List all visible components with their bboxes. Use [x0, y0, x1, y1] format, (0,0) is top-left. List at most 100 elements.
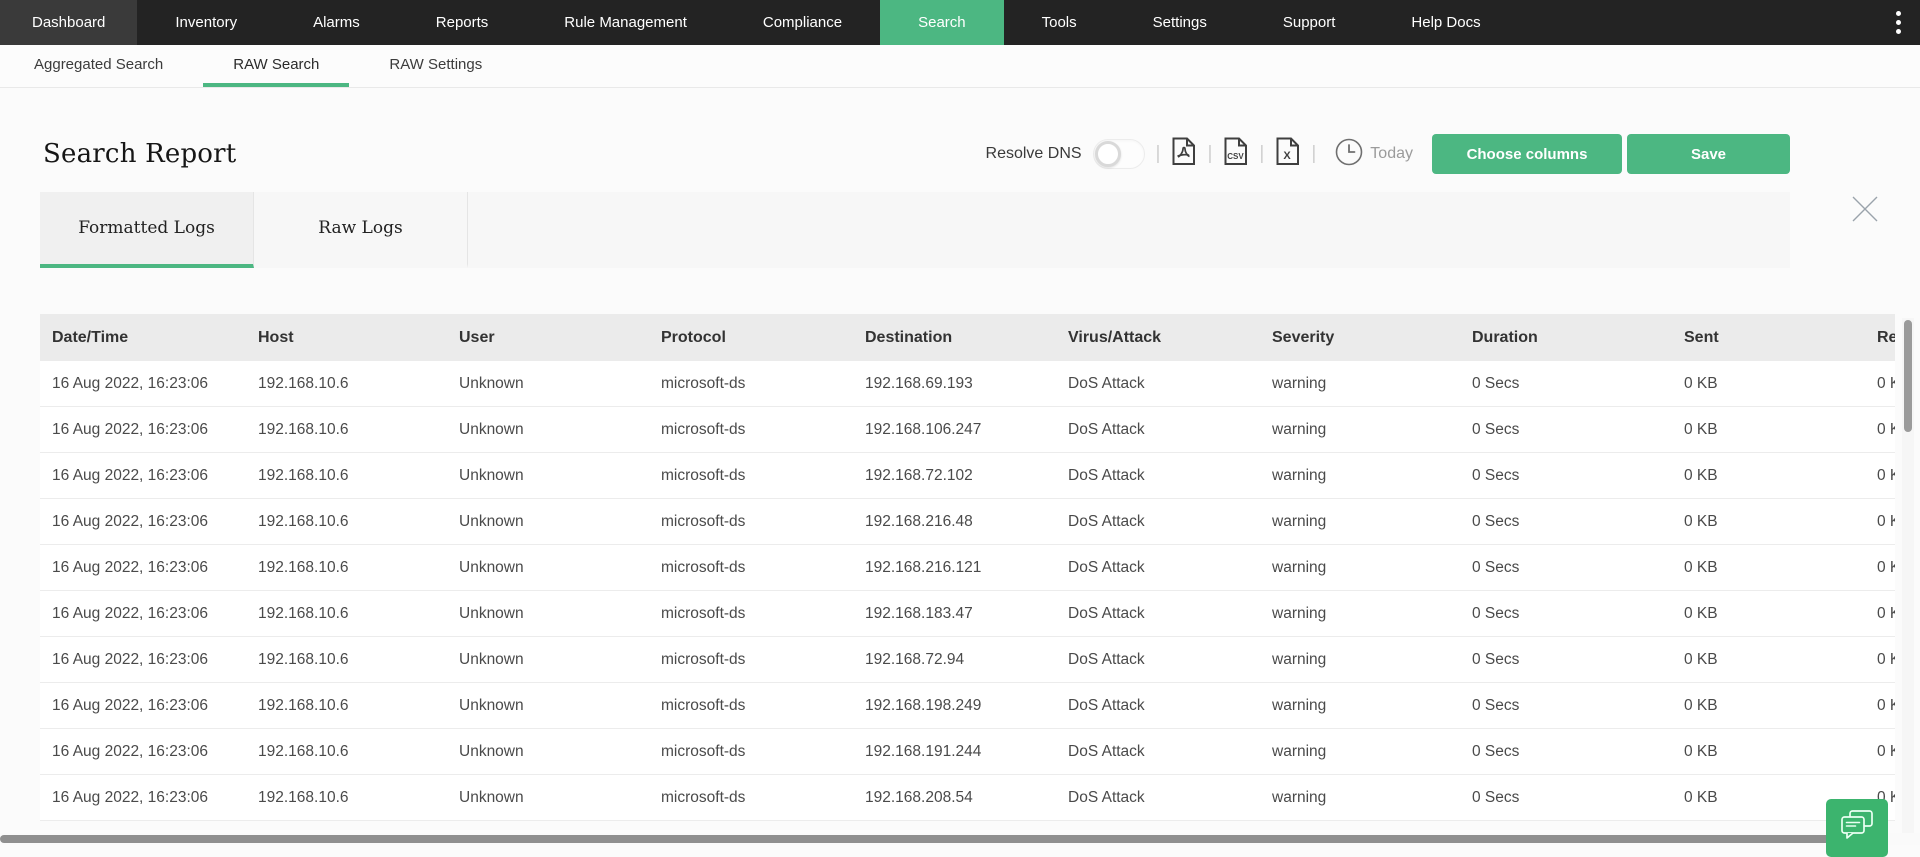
col-header-host[interactable]: Host [246, 314, 447, 361]
nav-item-settings[interactable]: Settings [1115, 0, 1245, 45]
col-header-severity[interactable]: Severity [1260, 314, 1460, 361]
cell-protocol: microsoft-ds [649, 407, 853, 452]
kebab-menu-icon[interactable] [1876, 0, 1920, 45]
tab-raw-logs[interactable]: Raw Logs [254, 192, 468, 268]
cell-user: Unknown [447, 591, 649, 636]
tab-formatted-logs[interactable]: Formatted Logs [40, 192, 254, 268]
table-row[interactable]: 16 Aug 2022, 16:23:06 192.168.10.6 Unkno… [40, 499, 1895, 545]
col-header-received[interactable]: Received [1865, 314, 1895, 361]
table-body: 16 Aug 2022, 16:23:06 192.168.10.6 Unkno… [40, 361, 1895, 821]
cell-severity: warning [1260, 637, 1460, 682]
cell-duration: 0 Secs [1460, 453, 1672, 498]
cell-virus-attack: DoS Attack [1056, 683, 1260, 728]
cell-datetime: 16 Aug 2022, 16:23:06 [40, 453, 246, 498]
cell-sent: 0 KB [1672, 545, 1865, 590]
cell-protocol: microsoft-ds [649, 545, 853, 590]
cell-protocol: microsoft-ds [649, 361, 853, 406]
horizontal-scrollbar [0, 833, 1920, 845]
nav-item-tools[interactable]: Tools [1004, 0, 1115, 45]
horizontal-scrollbar-thumb[interactable] [0, 835, 1840, 843]
cell-duration: 0 Secs [1460, 407, 1672, 452]
cell-user: Unknown [447, 361, 649, 406]
cell-protocol: microsoft-ds [649, 453, 853, 498]
table-row[interactable]: 16 Aug 2022, 16:23:06 192.168.10.6 Unkno… [40, 683, 1895, 729]
cell-destination: 192.168.216.48 [853, 499, 1056, 544]
table-row[interactable]: 16 Aug 2022, 16:23:06 192.168.10.6 Unkno… [40, 637, 1895, 683]
resolve-dns-toggle[interactable] [1093, 139, 1145, 169]
nav-item-help-docs[interactable]: Help Docs [1373, 0, 1518, 45]
col-header-datetime[interactable]: Date/Time [40, 314, 246, 361]
col-header-virus-attack[interactable]: Virus/Attack [1056, 314, 1260, 361]
subnav-item-aggregated-search[interactable]: Aggregated Search [32, 45, 165, 87]
cell-received: 0 KB [1865, 545, 1895, 590]
cell-user: Unknown [447, 453, 649, 498]
subnav-item-raw-search[interactable]: RAW Search [203, 45, 349, 87]
table-row[interactable]: 16 Aug 2022, 16:23:06 192.168.10.6 Unkno… [40, 729, 1895, 775]
csv-export-icon[interactable]: CSV [1223, 137, 1248, 171]
table-row[interactable]: 16 Aug 2022, 16:23:06 192.168.10.6 Unkno… [40, 591, 1895, 637]
cell-destination: 192.168.106.247 [853, 407, 1056, 452]
nav-item-inventory[interactable]: Inventory [137, 0, 275, 45]
cell-protocol: microsoft-ds [649, 591, 853, 636]
subnav-item-raw-settings[interactable]: RAW Settings [387, 45, 484, 87]
cell-host: 192.168.10.6 [246, 499, 447, 544]
cell-protocol: microsoft-ds [649, 637, 853, 682]
time-range-label: Today [1370, 145, 1413, 163]
cell-datetime: 16 Aug 2022, 16:23:06 [40, 591, 246, 636]
save-button[interactable]: Save [1627, 134, 1790, 174]
col-header-duration[interactable]: Duration [1460, 314, 1672, 361]
cell-datetime: 16 Aug 2022, 16:23:06 [40, 683, 246, 728]
cell-sent: 0 KB [1672, 407, 1865, 452]
nav-item-support[interactable]: Support [1245, 0, 1374, 45]
vertical-scrollbar-thumb[interactable] [1904, 320, 1912, 432]
cell-received: 0 KB [1865, 499, 1895, 544]
cell-virus-attack: DoS Attack [1056, 499, 1260, 544]
cell-received: 0 KB [1865, 407, 1895, 452]
cell-user: Unknown [447, 775, 649, 820]
excel-export-icon[interactable]: X [1275, 137, 1300, 171]
cell-user: Unknown [447, 545, 649, 590]
nav-item-alarms[interactable]: Alarms [275, 0, 398, 45]
pdf-export-icon[interactable] [1171, 137, 1196, 171]
cell-received: 0 KB [1865, 637, 1895, 682]
page-title: Search Report [43, 139, 236, 169]
cell-datetime: 16 Aug 2022, 16:23:06 [40, 407, 246, 452]
cell-sent: 0 KB [1672, 637, 1865, 682]
live-chat-button[interactable] [1826, 799, 1888, 857]
search-results-table: Date/Time Host User Protocol Destination… [40, 314, 1895, 821]
nav-item-search[interactable]: Search [880, 0, 1004, 45]
close-icon[interactable] [1848, 192, 1882, 226]
cell-duration: 0 Secs [1460, 729, 1672, 774]
clock-icon [1335, 138, 1363, 171]
cell-destination: 192.168.72.94 [853, 637, 1056, 682]
cell-severity: warning [1260, 453, 1460, 498]
cell-datetime: 16 Aug 2022, 16:23:06 [40, 729, 246, 774]
table-row[interactable]: 16 Aug 2022, 16:23:06 192.168.10.6 Unkno… [40, 545, 1895, 591]
col-header-sent[interactable]: Sent [1672, 314, 1865, 361]
cell-user: Unknown [447, 729, 649, 774]
cell-duration: 0 Secs [1460, 361, 1672, 406]
col-header-protocol[interactable]: Protocol [649, 314, 853, 361]
table-row[interactable]: 16 Aug 2022, 16:23:06 192.168.10.6 Unkno… [40, 361, 1895, 407]
time-range-selector[interactable]: Today [1335, 138, 1413, 171]
nav-item-dashboard[interactable]: Dashboard [0, 0, 137, 45]
cell-virus-attack: DoS Attack [1056, 591, 1260, 636]
col-header-user[interactable]: User [447, 314, 649, 361]
cell-duration: 0 Secs [1460, 683, 1672, 728]
vertical-scrollbar [1902, 318, 1914, 838]
nav-item-rule-management[interactable]: Rule Management [526, 0, 725, 45]
cell-virus-attack: DoS Attack [1056, 361, 1260, 406]
cell-protocol: microsoft-ds [649, 683, 853, 728]
cell-received: 0 KB [1865, 729, 1895, 774]
table-row[interactable]: 16 Aug 2022, 16:23:06 192.168.10.6 Unkno… [40, 453, 1895, 499]
cell-host: 192.168.10.6 [246, 453, 447, 498]
cell-severity: warning [1260, 591, 1460, 636]
choose-columns-button[interactable]: Choose columns [1432, 134, 1622, 174]
nav-item-compliance[interactable]: Compliance [725, 0, 880, 45]
table-row[interactable]: 16 Aug 2022, 16:23:06 192.168.10.6 Unkno… [40, 407, 1895, 453]
cell-destination: 192.168.208.54 [853, 775, 1056, 820]
table-row[interactable]: 16 Aug 2022, 16:23:06 192.168.10.6 Unkno… [40, 775, 1895, 821]
col-header-destination[interactable]: Destination [853, 314, 1056, 361]
cell-virus-attack: DoS Attack [1056, 637, 1260, 682]
nav-item-reports[interactable]: Reports [398, 0, 527, 45]
